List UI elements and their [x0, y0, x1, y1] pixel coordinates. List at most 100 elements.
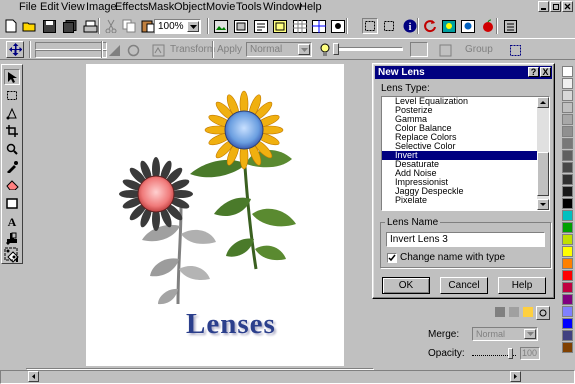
align-icon[interactable]	[507, 42, 523, 58]
snap-icon[interactable]	[330, 18, 346, 34]
save-icon[interactable]	[41, 18, 57, 34]
lens-type-item[interactable]: Pixelate	[382, 196, 537, 205]
scroll-left-icon[interactable]	[28, 371, 39, 382]
color-swatch[interactable]	[562, 78, 573, 89]
color-swatch[interactable]	[562, 318, 573, 329]
dialog-close-icon[interactable]: X	[540, 67, 551, 77]
color-swatch[interactable]	[562, 294, 573, 305]
resize-icon[interactable]	[233, 18, 249, 34]
minimize-button[interactable]	[538, 1, 549, 12]
pointer-tool-icon[interactable]	[4, 69, 20, 85]
color-swatch[interactable]	[562, 102, 573, 113]
ok-button[interactable]: OK	[382, 277, 430, 294]
slider-thumb[interactable]	[333, 43, 339, 55]
cancel-button[interactable]: Cancel	[440, 277, 488, 294]
lasso-tool-icon[interactable]	[4, 105, 20, 121]
menu-file[interactable]: File	[17, 1, 39, 14]
bulb-icon[interactable]	[317, 42, 333, 58]
color-swatch[interactable]	[562, 174, 573, 185]
grid-icon[interactable]	[292, 18, 308, 34]
color-swatch[interactable]	[562, 270, 573, 281]
panel-tool-icon[interactable]	[508, 306, 520, 318]
color-swatch[interactable]	[562, 282, 573, 293]
group-button[interactable]: Group	[465, 43, 495, 57]
rectangle-select-tool-icon[interactable]	[4, 87, 20, 103]
rectangle-tool-icon[interactable]	[4, 195, 20, 211]
opacity-slider[interactable]	[333, 43, 403, 55]
panel-tool-icon[interactable]	[522, 306, 534, 318]
menu-help[interactable]: Help	[297, 1, 324, 14]
menu-edit[interactable]: Edit	[38, 1, 61, 14]
panel-opacity-slider[interactable]	[472, 348, 516, 359]
image-properties-icon[interactable]	[253, 18, 269, 34]
scroll-down-icon[interactable]	[537, 199, 549, 210]
scroll-right-icon[interactable]	[510, 371, 521, 382]
transform-options-icon[interactable]	[150, 42, 166, 58]
info-icon[interactable]: i	[402, 18, 418, 34]
apply-button[interactable]: Apply	[217, 43, 245, 57]
marquee-icon[interactable]	[381, 18, 397, 34]
color-swatch[interactable]	[562, 198, 573, 209]
zoom-tool-icon[interactable]	[4, 141, 20, 157]
lens-name-input[interactable]: Invert Lens 3	[386, 232, 545, 247]
opacity-field[interactable]	[410, 42, 428, 57]
help-button[interactable]: Help	[498, 277, 546, 294]
close-icon[interactable]	[562, 1, 573, 12]
skew-icon[interactable]	[106, 42, 122, 58]
scroll-thumb[interactable]	[537, 152, 549, 196]
refresh-icon[interactable]	[422, 18, 438, 34]
menu-tools[interactable]: Tools	[234, 1, 264, 14]
help-question-icon[interactable]: ?	[528, 67, 539, 77]
color-swatch[interactable]	[562, 342, 573, 353]
color-swatch[interactable]	[562, 150, 573, 161]
change-name-checkbox[interactable]	[387, 253, 397, 263]
menu-object[interactable]: Object	[172, 1, 208, 14]
selection-mode-icon[interactable]	[362, 18, 378, 34]
eraser-tool-icon[interactable]	[4, 177, 20, 193]
menu-effects[interactable]: Effects	[113, 1, 150, 14]
eyedropper-tool-icon[interactable]	[4, 159, 20, 175]
cut-icon[interactable]	[103, 18, 119, 34]
position-x-field[interactable]	[35, 42, 107, 50]
merge-select[interactable]: Normal	[472, 327, 538, 341]
photo-icon[interactable]	[441, 18, 457, 34]
blend-mode-select[interactable]: Normal	[246, 42, 312, 57]
panel-tool-icon[interactable]	[494, 306, 506, 318]
color-swatch[interactable]	[562, 330, 573, 341]
color-swatch[interactable]	[562, 126, 573, 137]
new-file-icon[interactable]	[3, 18, 19, 34]
list-scrollbar[interactable]	[537, 97, 549, 210]
menu-movie[interactable]: Movie	[204, 1, 237, 14]
scroll-up-icon[interactable]	[537, 97, 549, 108]
frame-icon[interactable]	[272, 18, 288, 34]
zoom-select[interactable]: 100%	[154, 19, 201, 34]
move-icon[interactable]	[6, 41, 24, 58]
copy-icon[interactable]	[121, 18, 137, 34]
web-icon[interactable]	[460, 18, 476, 34]
transform-button[interactable]: Transform	[170, 43, 215, 57]
opacity-value-field[interactable]: 100	[520, 347, 540, 360]
slider-thumb[interactable]	[508, 348, 513, 359]
open-image-icon[interactable]	[213, 18, 229, 34]
crop-tool-icon[interactable]	[4, 123, 20, 139]
save-all-icon[interactable]	[62, 18, 78, 34]
paint-tool-icon[interactable]	[3, 230, 19, 246]
color-swatch[interactable]	[562, 162, 573, 173]
color-swatch[interactable]	[562, 90, 573, 101]
guides-icon[interactable]	[311, 18, 327, 34]
calculator-icon[interactable]	[502, 18, 518, 34]
path-tool-icon[interactable]	[3, 246, 19, 262]
color-swatch[interactable]	[562, 306, 573, 317]
text-tool-icon[interactable]: A	[4, 213, 20, 229]
restore-button[interactable]	[550, 1, 561, 12]
color-swatch[interactable]	[562, 222, 573, 233]
color-swatch[interactable]	[562, 258, 573, 269]
image-canvas[interactable]: Lenses	[86, 64, 344, 366]
properties-icon[interactable]	[437, 42, 453, 58]
color-swatch[interactable]	[562, 234, 573, 245]
color-swatch[interactable]	[562, 138, 573, 149]
color-swatch[interactable]	[562, 66, 573, 77]
color-swatch[interactable]	[562, 210, 573, 221]
rotate-icon[interactable]	[125, 42, 141, 58]
color-swatch[interactable]	[562, 186, 573, 197]
